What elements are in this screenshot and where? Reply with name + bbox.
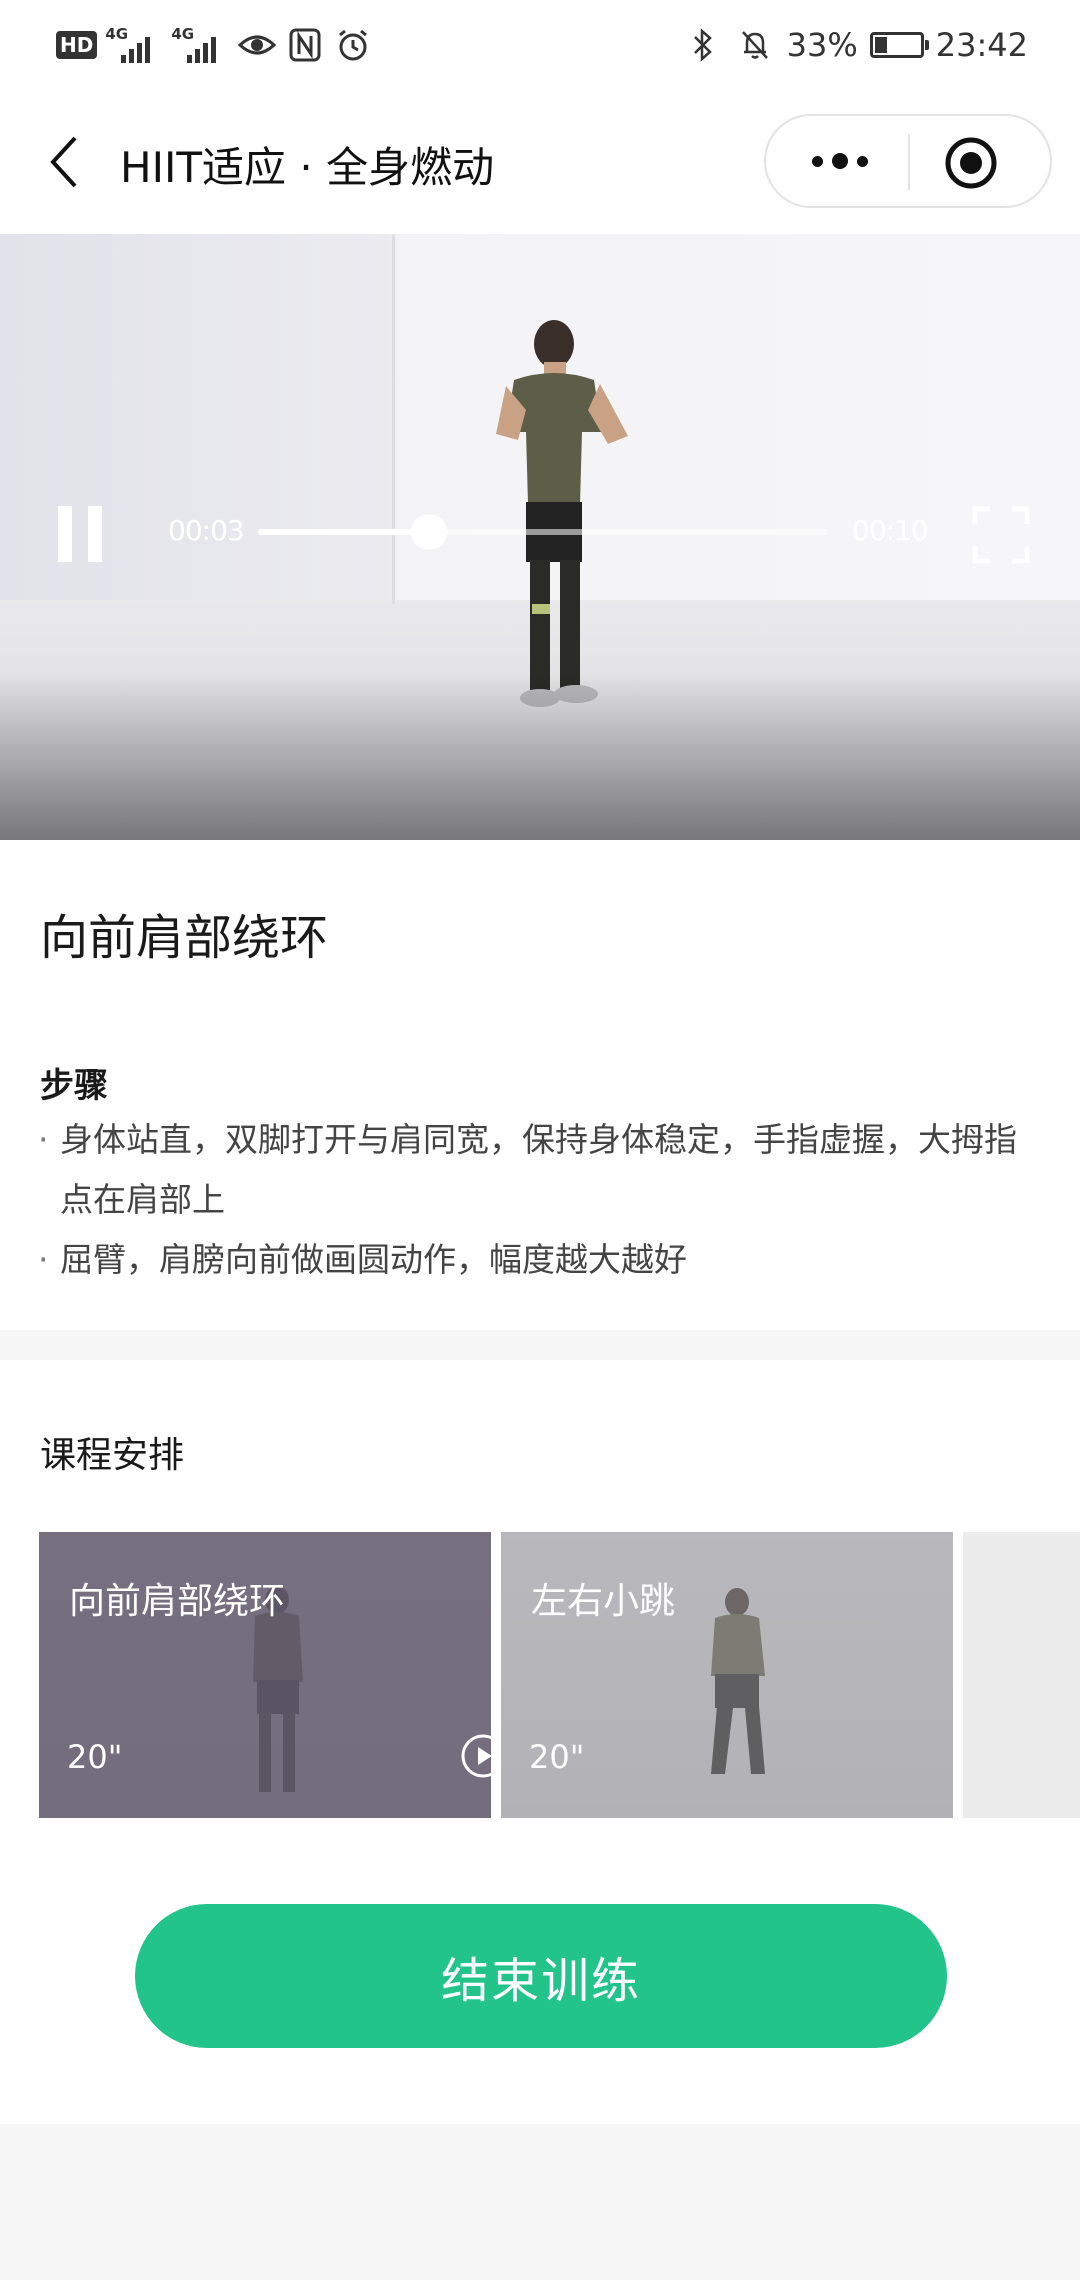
schedule-title: 课程安排 — [40, 1435, 185, 1476]
fullscreen-icon — [972, 506, 1030, 564]
controls-overlay — [0, 670, 1080, 840]
progress-handle[interactable] — [411, 514, 447, 550]
status-left-group: HD 4G 4G — [56, 22, 373, 68]
total-time: 00:10 — [852, 514, 929, 547]
chevron-left-icon — [50, 136, 77, 188]
miniprogram-close-icon — [945, 137, 997, 189]
eye-comfort-icon — [237, 25, 277, 65]
schedule-card-current[interactable]: 向前肩部绕环 20" — [39, 1532, 491, 1818]
status-bar: HD 4G 4G 33% 23:42 — [0, 0, 1080, 92]
exercise-info: 向前肩部绕环 步骤 身体站直，双脚打开与肩同宽，保持身体稳定，手指虚握，大拇指点… — [0, 840, 1080, 1330]
nav-bar: HIIT适应 · 全身燃动 — [0, 92, 1080, 234]
course-schedule: 课程安排 向前肩部绕环 20" 左右小跳 20" 结束训练 — [0, 1360, 1080, 2124]
battery-level — [874, 37, 887, 53]
play-circle-icon — [461, 1734, 491, 1778]
schedule-card[interactable]: 左右小跳 20" — [501, 1532, 953, 1818]
schedule-card-partial[interactable] — [963, 1532, 1080, 1818]
signal-1-icon: 4G — [105, 25, 163, 65]
steps-heading: 步骤 — [40, 1066, 108, 1106]
steps-list: 身体站直，双脚打开与肩同宽，保持身体稳定，手指虚握，大拇指点在肩部上 屈臂，肩膀… — [38, 1110, 1040, 1290]
alarm-icon — [333, 25, 373, 65]
card-duration: 20" — [529, 1738, 585, 1776]
signal-2-icon: 4G — [171, 25, 229, 65]
card-duration: 20" — [67, 1738, 123, 1776]
progress-played — [258, 529, 429, 535]
miniprogram-capsule — [764, 114, 1052, 208]
page-title: HIIT适应 · 全身燃动 — [120, 143, 495, 192]
back-button[interactable] — [34, 126, 94, 198]
nfc-icon — [285, 25, 325, 65]
more-dots-icon — [812, 153, 868, 169]
card-label: 左右小跳 — [531, 1581, 676, 1622]
close-miniprogram-button[interactable] — [938, 130, 1004, 196]
bluetooth-icon — [683, 25, 723, 65]
video-wall-seam — [392, 234, 395, 604]
capsule-divider — [908, 134, 910, 190]
card-label: 向前肩部绕环 — [69, 1581, 286, 1622]
current-time: 00:03 — [168, 514, 245, 547]
step-item: 屈臂，肩膀向前做画圆动作，幅度越大越好 — [38, 1230, 1040, 1290]
exercise-title: 向前肩部绕环 — [40, 910, 329, 966]
more-button[interactable] — [788, 124, 892, 198]
fullscreen-button[interactable] — [972, 506, 1030, 564]
status-time: 23:42 — [935, 26, 1028, 64]
pause-button[interactable] — [54, 506, 104, 562]
bell-muted-icon — [735, 25, 775, 65]
video-player[interactable]: 00:03 00:10 — [0, 234, 1080, 840]
battery-percent: 33% — [786, 26, 858, 64]
battery-icon — [869, 32, 929, 58]
hd-badge: HD — [56, 31, 98, 59]
step-item: 身体站直，双脚打开与肩同宽，保持身体稳定，手指虚握，大拇指点在肩部上 — [38, 1110, 1040, 1230]
progress-track[interactable] — [258, 514, 828, 550]
status-right-group: 33% 23:42 — [683, 22, 1028, 68]
finish-training-button[interactable]: 结束训练 — [135, 1904, 947, 2048]
